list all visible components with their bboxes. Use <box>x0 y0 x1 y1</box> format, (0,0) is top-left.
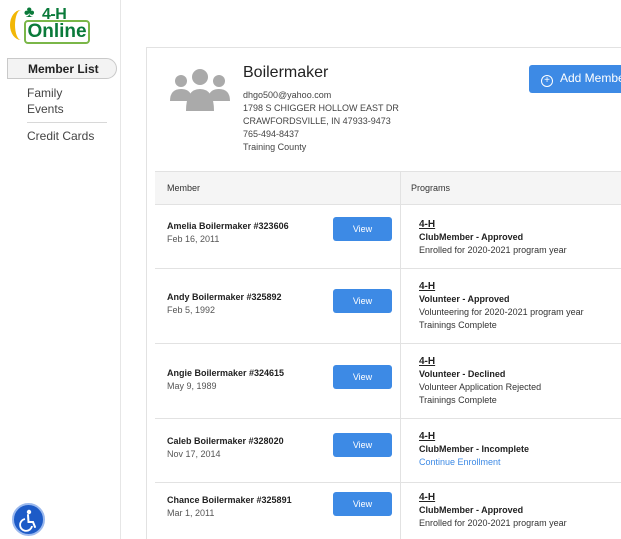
program-role: Volunteer - Declined <box>419 369 506 379</box>
column-header-programs: Programs <box>411 183 451 193</box>
sidebar-divider-line <box>120 0 121 539</box>
program-link[interactable]: 4-H <box>419 430 529 443</box>
family-name: Boilermaker <box>243 64 329 81</box>
program-training: Trainings Complete <box>419 395 497 405</box>
column-header-member: Member <box>167 183 201 193</box>
program-link[interactable]: 4-H <box>419 491 567 504</box>
program-info: 4-H Volunteer - Approved Volunteering fo… <box>419 280 584 332</box>
family-phone: 765-494-8437 <box>243 129 300 139</box>
table-row: Andy Boilermaker #325892 Feb 5, 1992 Vie… <box>155 269 621 344</box>
program-link[interactable]: 4-H <box>419 280 584 293</box>
sidebar-item-credit-cards[interactable]: Credit Cards <box>7 128 117 144</box>
program-link[interactable]: 4-H <box>419 355 541 368</box>
program-training: Trainings Complete <box>419 320 497 330</box>
view-member-button[interactable]: View <box>333 289 392 313</box>
family-avatar-icon <box>170 69 230 111</box>
member-birthdate: Mar 1, 2011 <box>167 508 215 518</box>
member-table: Member Programs Amelia Boilermaker #3236… <box>155 171 621 539</box>
member-birthdate: Feb 16, 2011 <box>167 234 220 244</box>
member-birthdate: May 9, 1989 <box>167 381 217 391</box>
add-member-label: Add Member <box>560 71 621 85</box>
family-address-line2: CRAWFORDSVILLE, IN 47933-9473 <box>243 116 391 126</box>
program-role: Volunteer - Approved <box>419 294 510 304</box>
table-row: Amelia Boilermaker #323606 Feb 16, 2011 … <box>155 205 621 269</box>
sidebar-item-family[interactable]: Family <box>7 85 117 101</box>
add-member-button[interactable]: + Add Member <box>529 65 621 93</box>
view-member-button[interactable]: View <box>333 492 392 516</box>
member-name: Andy Boilermaker #325892 <box>167 292 282 302</box>
program-status: Enrolled for 2020-2021 program year <box>419 245 567 255</box>
family-county: Training County <box>243 142 307 152</box>
program-info: 4-H ClubMember - Approved Enrolled for 2… <box>419 491 567 530</box>
family-panel: Boilermaker dhgo500@yahoo.com 1798 S CHI… <box>146 47 621 539</box>
program-info: 4-H Volunteer - Declined Volunteer Appli… <box>419 355 541 407</box>
table-row: Angie Boilermaker #324615 May 9, 1989 Vi… <box>155 344 621 419</box>
member-name: Amelia Boilermaker #323606 <box>167 221 289 231</box>
plus-circle-icon: + <box>541 75 553 87</box>
program-status: Volunteering for 2020-2021 program year <box>419 307 584 317</box>
member-birthdate: Nov 17, 2014 <box>167 449 221 459</box>
program-status: Volunteer Application Rejected <box>419 382 542 392</box>
member-birthdate: Feb 5, 1992 <box>167 305 216 315</box>
logo-online: Online <box>24 20 90 44</box>
table-header: Member Programs <box>155 171 621 206</box>
brand-logo[interactable]: ♣ 4-H Online <box>10 4 90 50</box>
table-row: Caleb Boilermaker #328020 Nov 17, 2014 V… <box>155 419 621 483</box>
member-name: Angie Boilermaker #324615 <box>167 368 285 378</box>
sidebar-item-member-list[interactable]: Member List <box>7 58 117 79</box>
sidebar-divider <box>27 122 107 123</box>
program-role: ClubMember - Approved <box>419 232 524 242</box>
program-info: 4-H ClubMember - Incomplete Continue Enr… <box>419 430 529 469</box>
sidebar-nav: Member List Family Events Credit Cards <box>7 58 117 144</box>
view-member-button[interactable]: View <box>333 433 392 457</box>
family-address-line1: 1798 S CHIGGER HOLLOW EAST DR <box>243 103 399 113</box>
view-member-button[interactable]: View <box>333 365 392 389</box>
program-status: Enrolled for 2020-2021 program year <box>419 518 567 528</box>
member-name: Chance Boilermaker #325891 <box>167 495 292 505</box>
view-member-button[interactable]: View <box>333 217 392 241</box>
family-contact: dhgo500@yahoo.com 1798 S CHIGGER HOLLOW … <box>243 89 399 154</box>
family-email: dhgo500@yahoo.com <box>243 90 332 100</box>
program-info: 4-H ClubMember - Approved Enrolled for 2… <box>419 218 567 257</box>
program-role: ClubMember - Incomplete <box>419 444 530 454</box>
program-role: ClubMember - Approved <box>419 505 524 515</box>
sidebar-item-events[interactable]: Events <box>7 101 117 117</box>
continue-enrollment-link[interactable]: Continue Enrollment <box>419 456 529 469</box>
program-link[interactable]: 4-H <box>419 218 567 231</box>
member-name: Caleb Boilermaker #328020 <box>167 436 284 446</box>
table-row: Chance Boilermaker #325891 Mar 1, 2011 V… <box>155 483 621 539</box>
accessibility-icon[interactable] <box>12 503 45 536</box>
